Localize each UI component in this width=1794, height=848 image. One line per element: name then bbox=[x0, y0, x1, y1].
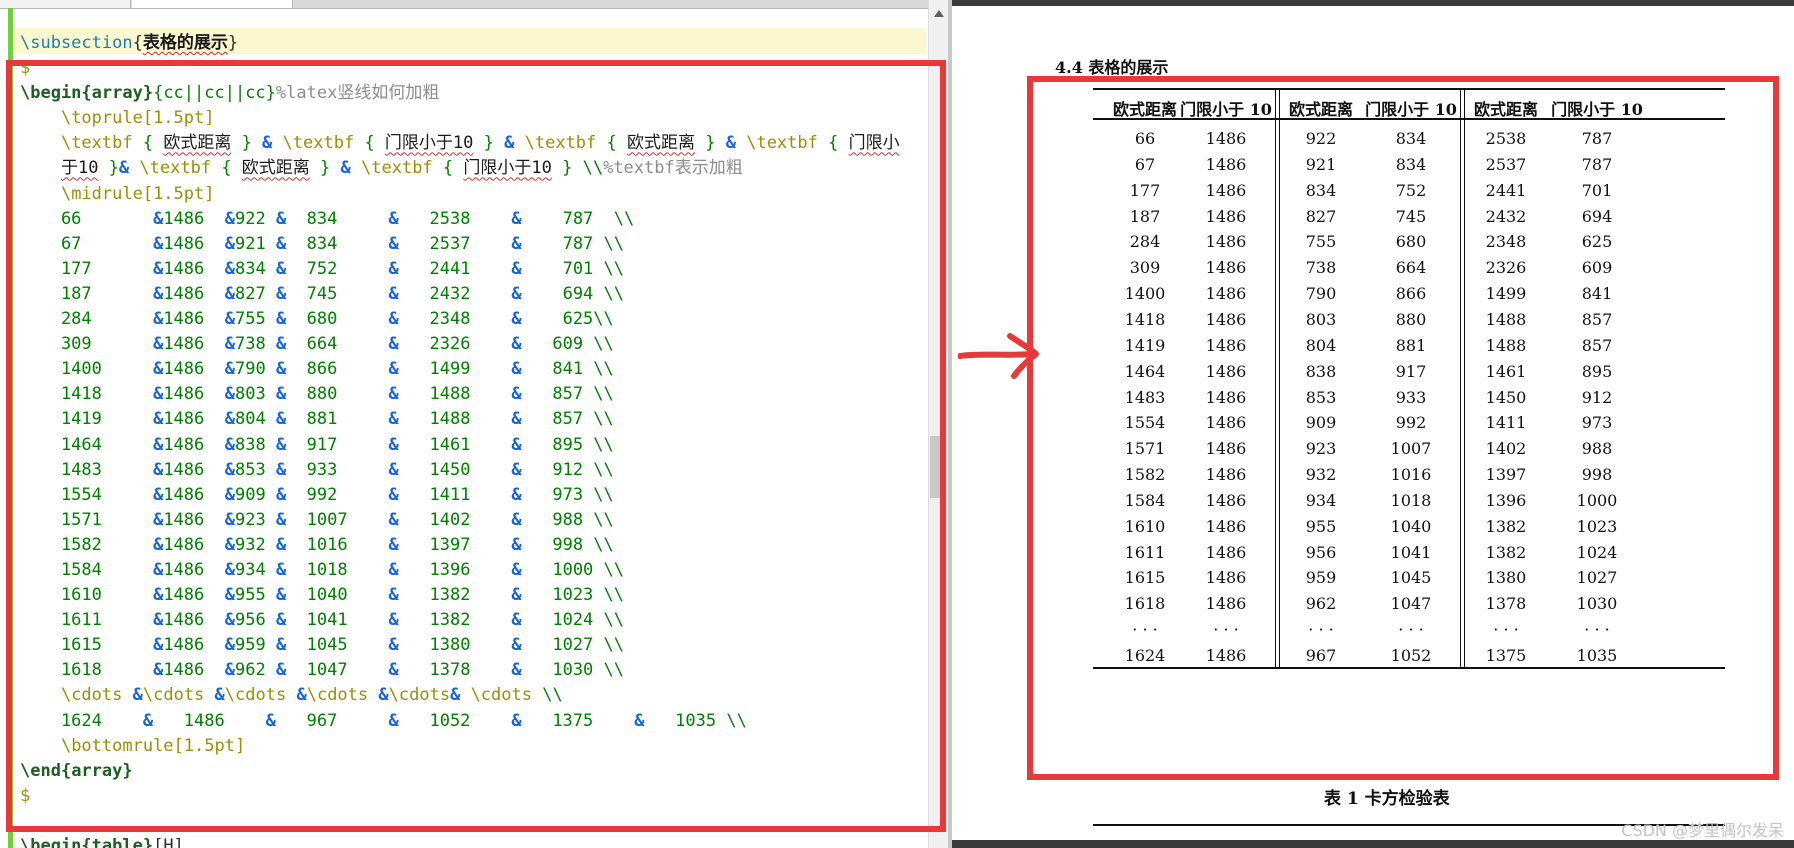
section-heading: 4.4 表格的展示 bbox=[1055, 58, 1169, 77]
editor-tab[interactable] bbox=[0, 0, 131, 8]
right-arrow-icon bbox=[958, 333, 1039, 379]
code-line[interactable]: \subsection{表格的展示} bbox=[20, 31, 900, 56]
editor-highlight-box bbox=[6, 60, 946, 832]
code-line[interactable]: \begin{table}[H] bbox=[20, 834, 900, 848]
latex-editor[interactable]: \subsection{表格的展示} $ \begin{array}{cc||cc|… bbox=[0, 0, 948, 848]
editor-tab-bar bbox=[0, 0, 948, 9]
table-caption: 表 1 卡方检验表 bbox=[1324, 789, 1450, 809]
editor-tab-active[interactable] bbox=[132, 0, 293, 8]
scroll-up-arrow-icon[interactable] bbox=[934, 10, 944, 17]
pdf-preview[interactable]: 4.4 表格的展示 欧式距离 门限小于 10 欧式距离 门限小于 10 欧式距离 门限小于… bbox=[952, 0, 1794, 848]
watermark: CSDN @梦里偶尔发呆 bbox=[1621, 821, 1784, 840]
pdf-toolbar bbox=[952, 0, 1794, 6]
pdf-statusbar bbox=[952, 840, 1794, 848]
pdf-highlight-box bbox=[1027, 76, 1779, 780]
